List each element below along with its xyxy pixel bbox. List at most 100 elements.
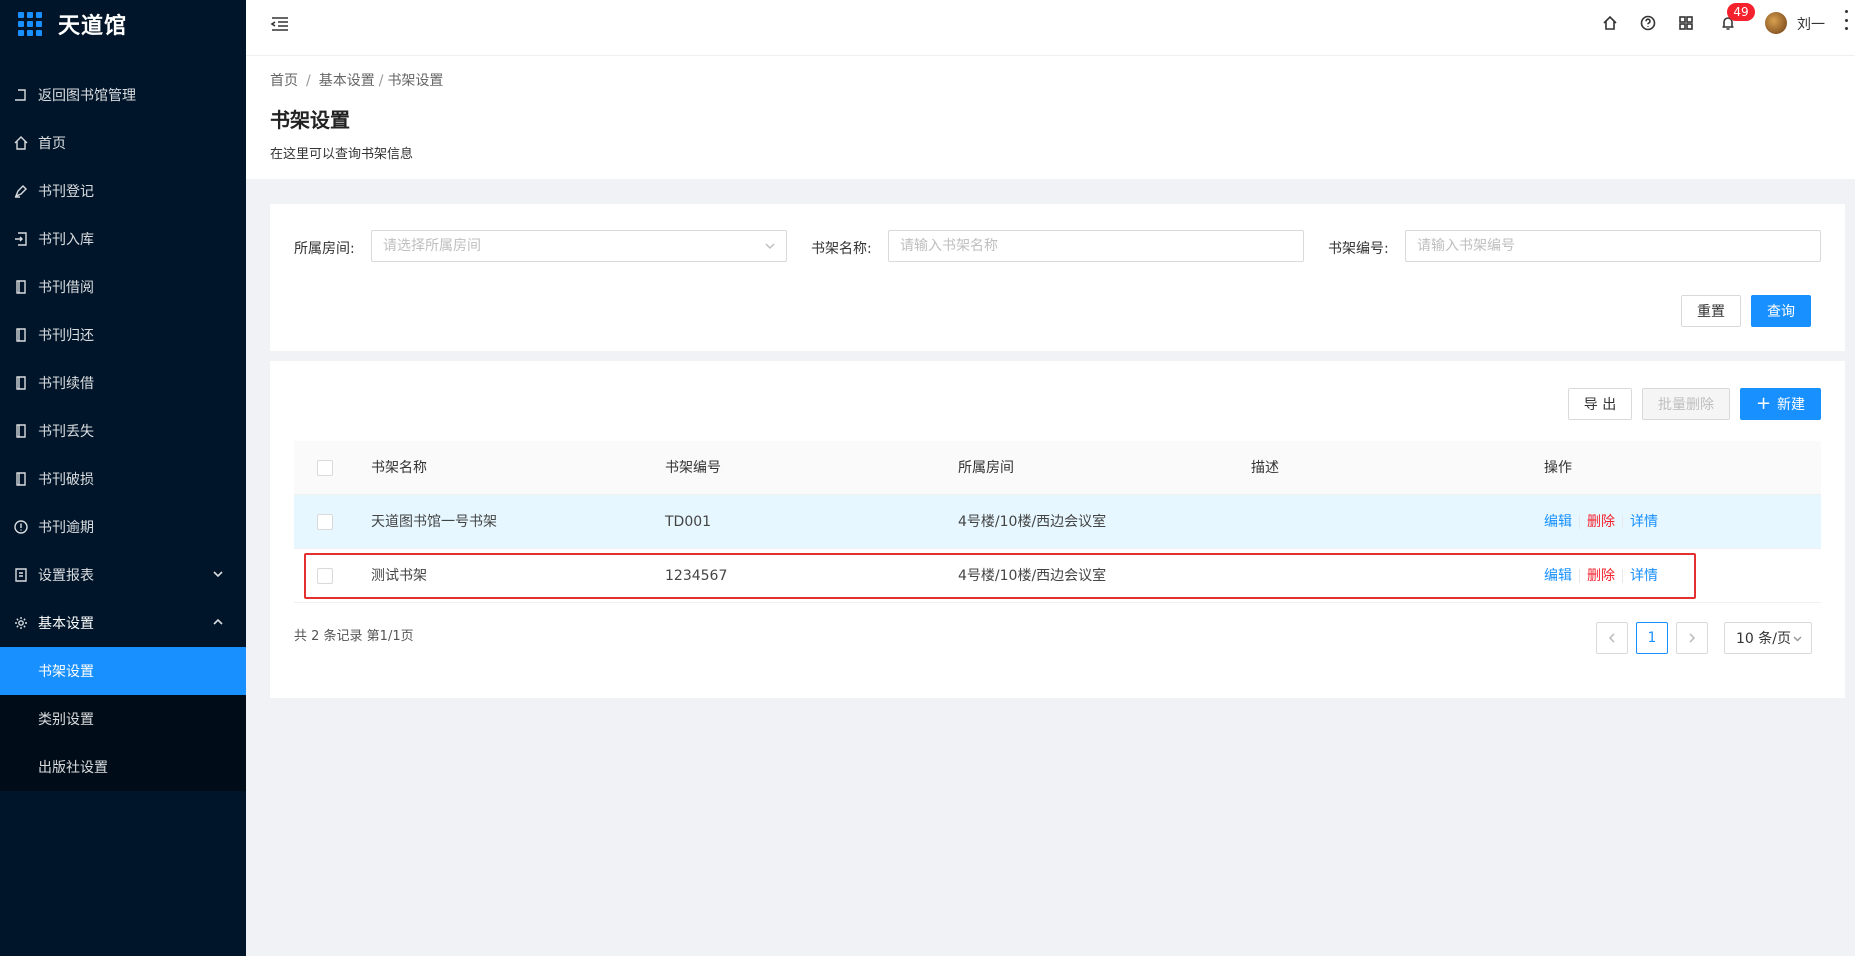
sidebar-item-report[interactable]: 设置报表 — [0, 551, 246, 599]
edit-link[interactable]: 编辑 — [1544, 514, 1572, 530]
page-size-select[interactable]: 10 条/页 — [1724, 622, 1812, 654]
sidebar-item-renew[interactable]: 书刊续借 — [0, 359, 246, 407]
new-button[interactable]: + 新建 — [1740, 388, 1821, 420]
sidebar-item-label: 书刊续借 — [38, 376, 94, 392]
sidebar-item-label: 出版社设置 — [38, 760, 108, 776]
sidebar-item-label: 基本设置 — [38, 616, 94, 632]
chevron-up-icon — [212, 616, 226, 630]
book-icon — [14, 376, 28, 390]
row-checkbox[interactable] — [317, 568, 333, 584]
detail-link[interactable]: 详情 — [1630, 568, 1658, 584]
column-header-room[interactable]: 所属房间 — [958, 441, 1014, 495]
sidebar-item-label: 设置报表 — [38, 568, 94, 584]
sidebar-item-label: 书刊丢失 — [38, 424, 94, 440]
delete-link[interactable]: 删除 — [1587, 568, 1615, 584]
plus-icon: + — [1755, 393, 1772, 414]
page-size-value: 10 条/页 — [1736, 631, 1791, 647]
sidebar-item-label: 书刊入库 — [38, 232, 94, 248]
sidebar-item-label: 书刊借阅 — [38, 280, 94, 296]
report-icon — [14, 568, 28, 582]
room-select-input[interactable] — [372, 231, 786, 261]
chevron-left-icon — [1608, 633, 1615, 643]
gear-icon — [14, 616, 28, 630]
shelf-name-label: 书架名称: — [811, 241, 872, 257]
shelf-code-field[interactable] — [1405, 230, 1821, 262]
help-icon[interactable] — [1640, 15, 1658, 33]
sidebar-item-label: 首页 — [38, 136, 66, 152]
home-icon[interactable] — [1602, 15, 1620, 33]
sidebar-item-label: 返回图书馆管理 — [38, 88, 136, 104]
home-icon — [14, 136, 28, 150]
chevron-down-icon — [1793, 636, 1802, 642]
sidebar: 天道馆 返回图书馆管理 首页 书刊登记 书刊入库 书刊借阅 书刊归还 书刊续借 … — [0, 0, 246, 956]
shelf-code-input[interactable] — [1406, 231, 1820, 261]
column-header-description[interactable]: 描述 — [1251, 441, 1279, 495]
cell-actions: 编辑 删除 详情 — [1544, 549, 1658, 603]
room-select[interactable] — [371, 230, 787, 262]
shelf-code-label: 书架编号: — [1328, 241, 1389, 257]
sidebar-item-damaged[interactable]: 书刊破损 — [0, 455, 246, 503]
sidebar-item-return-book[interactable]: 书刊归还 — [0, 311, 246, 359]
sidebar-item-home[interactable]: 首页 — [0, 119, 246, 167]
export-button[interactable]: 导 出 — [1568, 388, 1632, 420]
breadcrumb: 首页 / 基本设置 / 书架设置 — [270, 73, 444, 89]
sidebar-item-basic-settings[interactable]: 基本设置 — [0, 599, 246, 647]
detail-link[interactable]: 详情 — [1630, 514, 1658, 530]
shelf-name-input[interactable] — [889, 231, 1303, 261]
chevron-down-icon — [764, 240, 776, 252]
cell-room: 4号楼/10楼/西边会议室 — [958, 514, 1107, 530]
cell-room: 4号楼/10楼/西边会议室 — [958, 568, 1107, 584]
page-title: 书架设置 — [270, 108, 350, 132]
row-checkbox[interactable] — [317, 514, 333, 530]
delete-link[interactable]: 删除 — [1587, 514, 1615, 530]
logo[interactable]: 天道馆 — [0, 0, 246, 47]
sidebar-item-label: 书刊逾期 — [38, 520, 94, 536]
sidebar-item-label: 书刊归还 — [38, 328, 94, 344]
next-page-button[interactable] — [1676, 622, 1708, 654]
sidebar-item-label: 书架设置 — [38, 664, 94, 680]
cell-shelf-code: TD001 — [665, 514, 712, 530]
sidebar-item-label: 书刊破损 — [38, 472, 94, 488]
sidebar-item-overdue[interactable]: 书刊逾期 — [0, 503, 246, 551]
room-label: 所属房间: — [294, 241, 355, 257]
pen-icon — [14, 184, 28, 198]
book-icon — [14, 472, 28, 486]
menu-fold-icon[interactable] — [270, 14, 290, 34]
breadcrumb-basic-settings[interactable]: 基本设置 — [319, 73, 375, 89]
sidebar-item-return[interactable]: 返回图书馆管理 — [0, 71, 246, 119]
reset-button[interactable]: 重置 — [1681, 295, 1741, 327]
sidebar-item-import[interactable]: 书刊入库 — [0, 215, 246, 263]
book-icon — [14, 328, 28, 342]
more-vertical-icon[interactable] — [1843, 10, 1849, 30]
sidebar-item-register[interactable]: 书刊登记 — [0, 167, 246, 215]
select-all-checkbox[interactable] — [317, 460, 333, 476]
breadcrumb-home[interactable]: 首页 — [270, 73, 298, 89]
batch-delete-button[interactable]: 批量删除 — [1642, 388, 1730, 420]
sidebar-item-label: 书刊登记 — [38, 184, 94, 200]
query-button[interactable]: 查询 — [1751, 295, 1811, 327]
apps-grid-icon[interactable] — [1678, 15, 1696, 33]
edit-link[interactable]: 编辑 — [1544, 568, 1572, 584]
column-header-name[interactable]: 书架名称 — [371, 441, 427, 495]
column-header-code[interactable]: 书架编号 — [665, 441, 721, 495]
prev-page-button[interactable] — [1596, 622, 1628, 654]
page-1-button[interactable]: 1 — [1636, 622, 1668, 654]
shelf-name-field[interactable] — [888, 230, 1304, 262]
sidebar-item-publisher-settings[interactable]: 出版社设置 — [0, 743, 246, 791]
sidebar-item-category-settings[interactable]: 类别设置 — [0, 695, 246, 743]
app-grid-icon — [18, 11, 42, 36]
cell-shelf-code: 1234567 — [665, 568, 728, 584]
cell-shelf-name: 测试书架 — [371, 568, 427, 584]
table-row[interactable]: 天道图书馆一号书架 TD001 4号楼/10楼/西边会议室 编辑 删除 详情 — [294, 495, 1821, 549]
page-header: 首页 / 基本设置 / 书架设置 书架设置 在这里可以查询书架信息 — [246, 56, 1855, 179]
sidebar-item-lost[interactable]: 书刊丢失 — [0, 407, 246, 455]
pagination-summary: 共 2 条记录 第1/1页 — [294, 629, 414, 644]
sidebar-item-borrow[interactable]: 书刊借阅 — [0, 263, 246, 311]
new-button-label: 新建 — [1777, 397, 1806, 413]
table-row[interactable]: 测试书架 1234567 4号楼/10楼/西边会议室 编辑 删除 详情 — [294, 549, 1821, 603]
table-header-row: 书架名称 书架编号 所属房间 描述 操作 — [294, 441, 1821, 495]
username[interactable]: 刘一 — [1797, 14, 1825, 34]
book-icon — [14, 280, 28, 294]
sidebar-item-shelf-settings[interactable]: 书架设置 — [0, 647, 246, 695]
avatar[interactable] — [1765, 12, 1787, 34]
